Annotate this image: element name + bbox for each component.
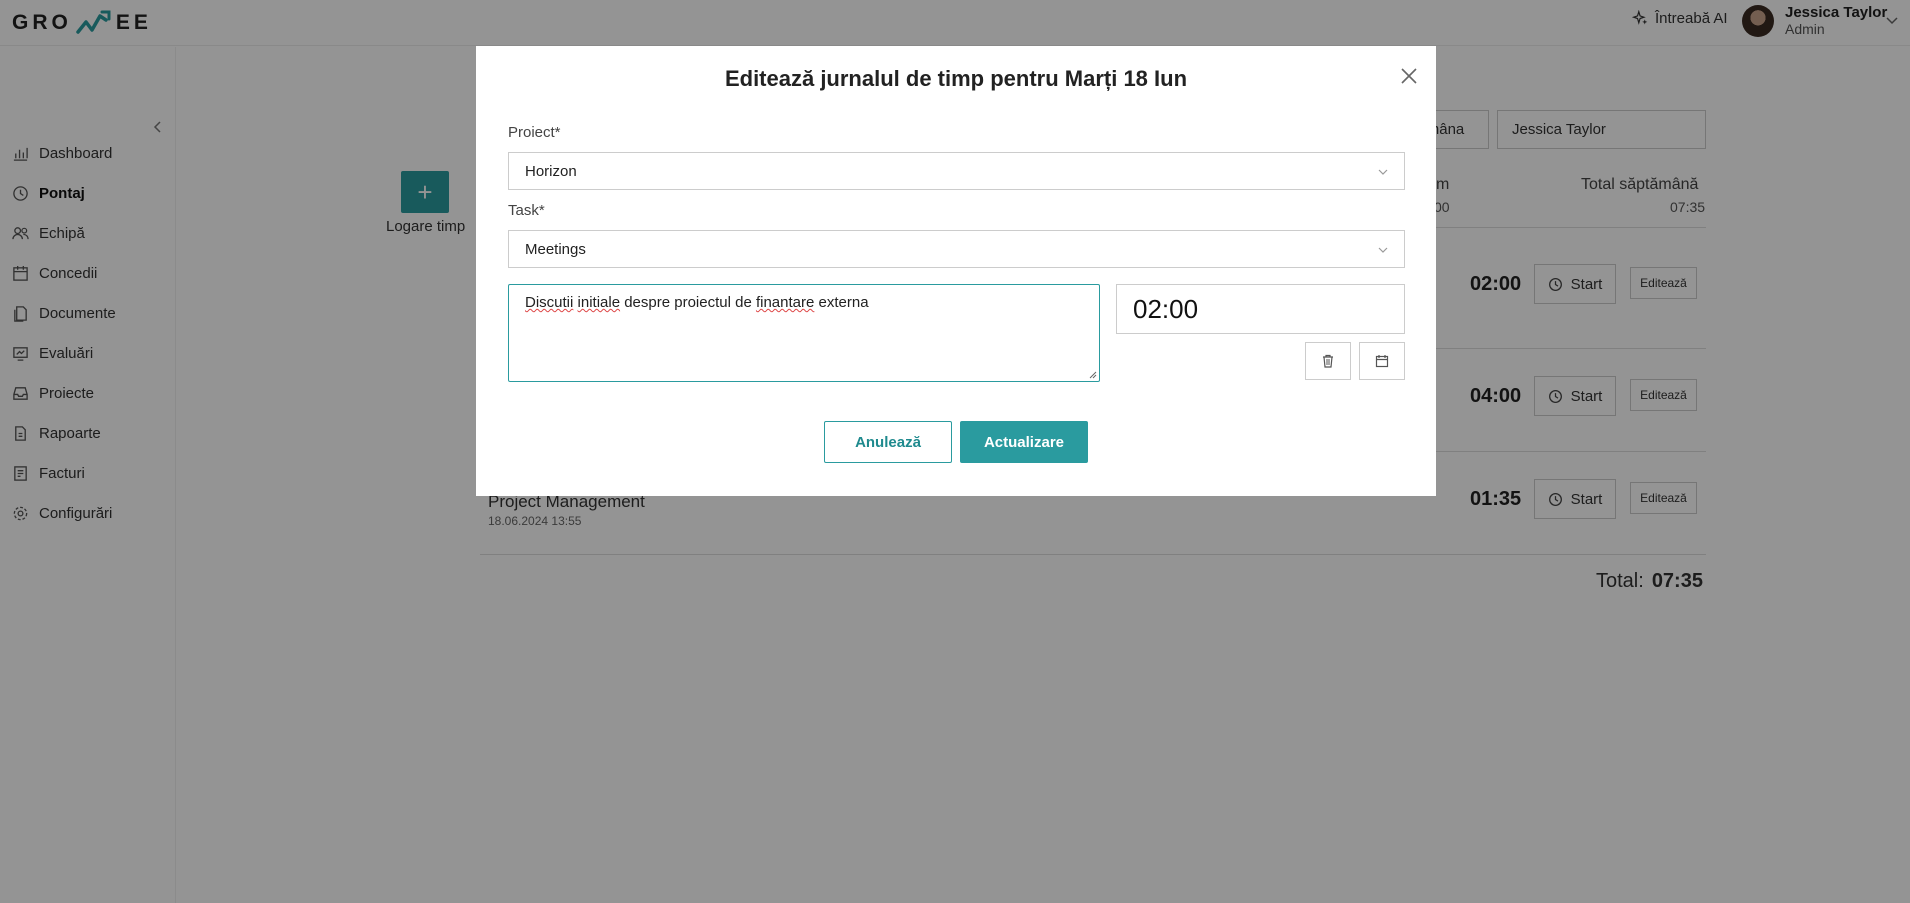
project-value: Horizon <box>525 162 577 180</box>
description-word: initiale <box>577 294 621 311</box>
task-label: Task* <box>508 202 545 219</box>
project-select[interactable]: Horizon <box>508 152 1405 190</box>
resize-handle-icon[interactable] <box>1089 371 1097 379</box>
chevron-down-icon <box>1378 169 1388 175</box>
description-word: finantare <box>755 294 815 311</box>
dialog-title: Editează jurnalul de timp pentru Marți 1… <box>724 66 1188 91</box>
delete-button[interactable] <box>1305 342 1351 380</box>
duration-input[interactable]: 02:00 <box>1116 284 1405 334</box>
description-word: Discutii <box>525 294 574 311</box>
calendar-icon <box>1375 355 1389 368</box>
description-text: despre proiectul de <box>620 294 756 311</box>
trash-icon <box>1323 354 1333 368</box>
description-textarea[interactable]: Discutii initiale despre proiectul de fi… <box>508 284 1100 382</box>
description-text: externa <box>814 294 869 311</box>
update-button[interactable]: Actualizare <box>960 421 1088 463</box>
date-picker-button[interactable] <box>1359 342 1405 380</box>
project-label: Proiect* <box>508 124 561 141</box>
cancel-button[interactable]: Anulează <box>824 421 952 463</box>
task-value: Meetings <box>525 240 586 258</box>
chevron-down-icon <box>1378 247 1388 253</box>
task-select[interactable]: Meetings <box>508 230 1405 268</box>
edit-time-log-dialog: Editează jurnalul de timp pentru Marți 1… <box>476 46 1436 496</box>
close-icon[interactable] <box>1397 64 1421 88</box>
